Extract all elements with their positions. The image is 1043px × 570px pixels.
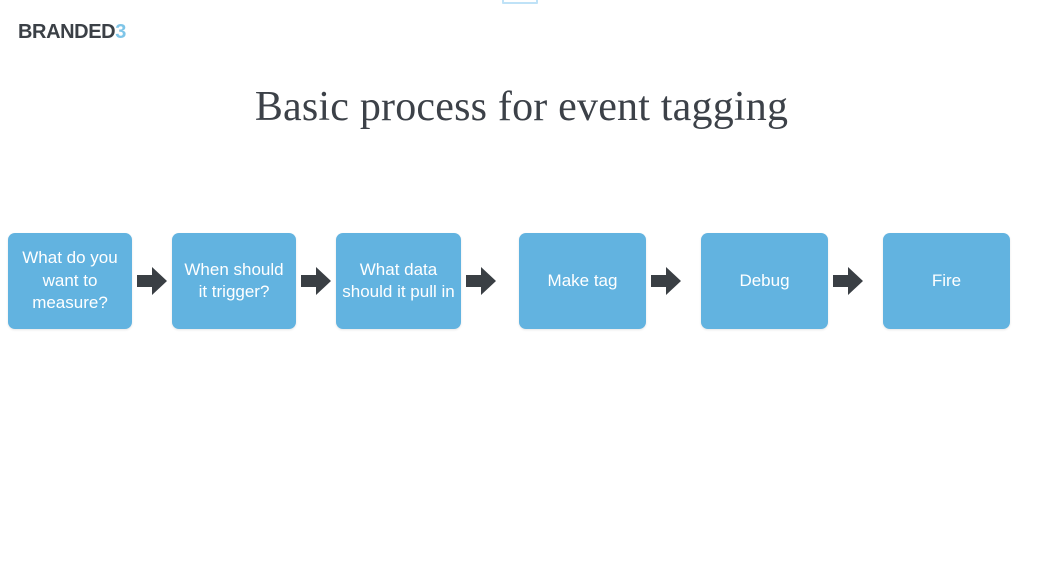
- right-block-arrow-icon: [301, 267, 331, 295]
- process-step-4: Make tag: [519, 233, 646, 329]
- cropped-rectangle-outline-icon: [502, 0, 538, 4]
- flow-arrow-4: [646, 264, 686, 298]
- process-flow-diagram: What do you want to measure? When should…: [8, 233, 1036, 329]
- process-step-3-label: What data should it pull in: [342, 259, 455, 301]
- branded3-logo: BRANDED3: [18, 22, 126, 42]
- right-block-arrow-icon: [833, 267, 863, 295]
- process-step-5: Debug: [701, 233, 828, 329]
- process-step-1-label: What do you want to measure?: [22, 248, 118, 313]
- flow-arrow-2: [296, 264, 336, 298]
- process-step-6: Fire: [883, 233, 1010, 329]
- flow-arrow-1: [132, 264, 172, 298]
- flow-arrow-5: [828, 264, 868, 298]
- logo-word: BRANDED: [18, 21, 116, 43]
- right-block-arrow-icon: [651, 267, 681, 295]
- right-block-arrow-icon: [137, 267, 167, 295]
- logo-number: 3: [115, 21, 126, 43]
- process-step-6-label: Fire: [931, 270, 962, 290]
- process-step-2: When should it trigger?: [172, 233, 296, 329]
- process-step-1: What do you want to measure?: [8, 233, 132, 329]
- process-step-4-label: Make tag: [547, 270, 618, 290]
- process-step-2-label: When should it trigger?: [184, 259, 284, 301]
- page-title: Basic process for event tagging: [254, 84, 789, 130]
- process-step-3: What data should it pull in: [336, 233, 461, 329]
- flow-arrow-3: [461, 264, 501, 298]
- right-block-arrow-icon: [466, 267, 496, 295]
- process-step-5-label: Debug: [739, 270, 790, 290]
